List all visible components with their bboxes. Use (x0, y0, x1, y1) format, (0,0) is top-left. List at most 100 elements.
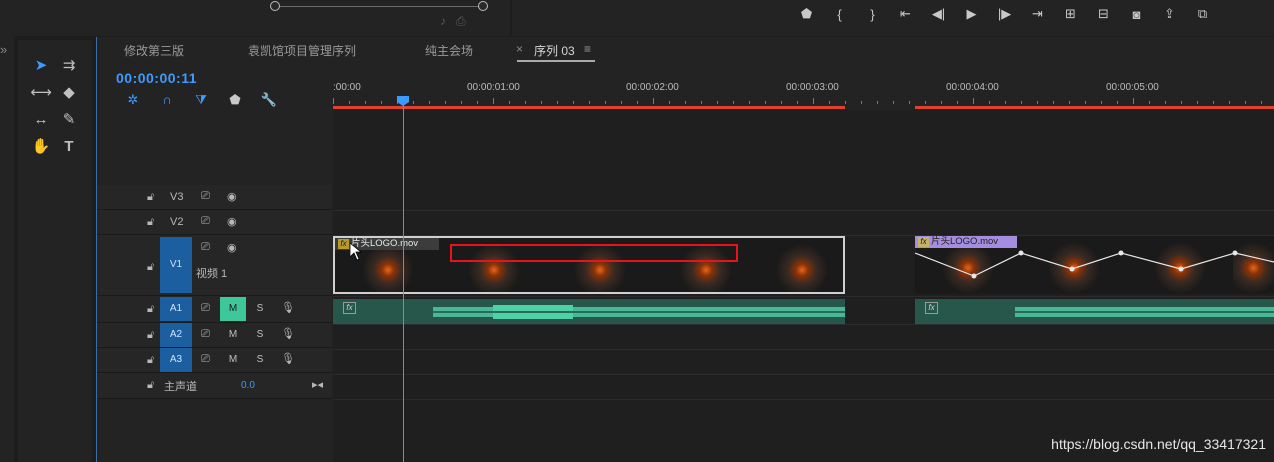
audio-drag-icon[interactable]: ♪ (440, 14, 446, 29)
ruler-tick (445, 101, 446, 104)
mute-button-a2[interactable]: M (220, 323, 246, 347)
track-select-tool-icon[interactable]: ⇉ (58, 55, 80, 77)
track-target-a1[interactable]: A1 (160, 297, 192, 321)
go-to-out-icon[interactable]: ⇥ (1021, 6, 1054, 22)
audio-clip-2[interactable]: fx (915, 299, 1274, 324)
track-header-v3[interactable]: 🔓︎ V3 ⎚ ◉ (97, 185, 332, 210)
sync-lock-icon[interactable]: ⎚ (201, 241, 210, 254)
lock-icon[interactable]: 🔓︎ (147, 379, 154, 392)
track-target-a3[interactable]: A3 (160, 348, 192, 372)
solo-button-a1[interactable]: S (247, 297, 273, 321)
extract-icon[interactable]: ⊟ (1087, 6, 1120, 22)
wrench-icon[interactable]: 🔧 (252, 92, 286, 108)
lock-icon[interactable]: 🔓︎ (147, 191, 154, 204)
ruler-tick (1213, 101, 1214, 104)
video-clip-2[interactable]: fx 片头LOGO.mov (915, 236, 1274, 294)
work-area-bar[interactable] (333, 106, 845, 109)
ruler-tick (381, 101, 382, 104)
track-header-a3[interactable]: 🔓︎ A3 ⎚ M S 🎙︎ (97, 348, 332, 373)
selection-tool-icon[interactable]: ➤ (30, 55, 52, 77)
source-scrub-bar[interactable] (270, 0, 490, 12)
ruler-tick (349, 101, 350, 104)
fx-badge[interactable]: fx (918, 237, 929, 247)
tab-sequence-03[interactable]: 序列 03 (534, 42, 575, 59)
eye-icon[interactable]: ◉ (227, 190, 237, 203)
lock-icon[interactable]: 🔓︎ (147, 261, 154, 274)
step-forward-icon[interactable]: |▶ (988, 6, 1021, 22)
tab-sequence-3[interactable]: 纯主会场 (425, 42, 473, 59)
hand-tool-icon[interactable]: ✋ (30, 136, 52, 158)
sync-lock-icon[interactable]: ⎚ (201, 190, 210, 203)
lane-v2[interactable] (333, 210, 1274, 236)
mute-button-a3[interactable]: M (220, 348, 246, 372)
tab-sequence-1[interactable]: 修改第三版 (124, 42, 184, 59)
mute-button-a1[interactable]: M (220, 297, 246, 321)
sync-lock-icon[interactable]: ⎚ (201, 353, 210, 366)
eye-icon[interactable]: ◉ (227, 215, 237, 228)
scrub-out-handle[interactable] (478, 1, 488, 11)
microphone-icon[interactable]: 🎙︎ (281, 301, 295, 314)
snap-icon[interactable]: ∩ (150, 92, 184, 108)
track-header-a1[interactable]: 🔓︎ A1 ⎚ M S 🎙︎ (97, 296, 332, 323)
master-volume[interactable]: 0.0 (241, 380, 255, 391)
solo-button-a3[interactable]: S (247, 348, 273, 372)
play-icon[interactable]: ▶ (955, 6, 988, 22)
ruler-tick (717, 101, 718, 104)
compare-icon[interactable]: ⧉ (1186, 6, 1219, 22)
microphone-icon[interactable]: 🎙︎ (281, 327, 295, 340)
lock-icon[interactable]: 🔓︎ (147, 329, 154, 342)
track-header-v1[interactable]: 🔓︎ V1 ⎚ ◉ 视频 1 (97, 235, 332, 296)
go-to-end-icon[interactable]: ▸◂ (312, 378, 323, 391)
playhead-timecode[interactable]: 00:00:00:11 (116, 70, 197, 86)
microphone-icon[interactable]: 🎙︎ (281, 352, 295, 365)
go-to-in-icon[interactable]: ⇤ (889, 6, 922, 22)
time-ruler[interactable]: :00:00 00:00:01:00 00:00:02:00 00:00:03:… (333, 62, 1274, 110)
export-icon[interactable]: ⇪ (1153, 6, 1186, 22)
tab-sequence-2[interactable]: 袁凯馆项目管理序列 (248, 42, 356, 59)
solo-button-a2[interactable]: S (247, 323, 273, 347)
tab-menu-icon[interactable]: ≡ (584, 42, 591, 56)
camera-icon[interactable]: ◙ (1120, 7, 1153, 22)
ruler-label: 00:00:01:00 (467, 82, 520, 93)
linked-selection-icon[interactable]: ⧩ (184, 92, 218, 108)
add-marker-icon[interactable]: ⬟ (218, 92, 252, 108)
track-header-a2[interactable]: 🔓︎ A2 ⎚ M S 🎙︎ (97, 323, 332, 348)
track-header-v2[interactable]: 🔓︎ V2 ⎚ ◉ (97, 210, 332, 235)
sequence-tabs: 修改第三版 袁凯馆项目管理序列 纯主会场 × 序列 03 ≡ (96, 38, 1274, 62)
fx-badge[interactable]: fx (338, 239, 349, 249)
track-target-v1[interactable]: V1 (160, 237, 192, 293)
lane-a3[interactable] (333, 349, 1274, 375)
lock-icon[interactable]: 🔓︎ (147, 216, 154, 229)
step-back-icon[interactable]: ◀| (922, 6, 955, 22)
audio-waveform (1015, 307, 1274, 317)
nest-icon[interactable]: ✲ (116, 92, 150, 108)
audio-clip-1[interactable]: fx (333, 299, 845, 324)
track-target-a2[interactable]: A2 (160, 323, 192, 347)
lane-master[interactable] (333, 374, 1274, 400)
sync-lock-icon[interactable]: ⎚ (201, 302, 210, 315)
track-header-master[interactable]: 🔓︎ 主声道 0.0 ▸◂ (97, 373, 332, 399)
add-marker-icon[interactable]: ⬟ (790, 6, 823, 22)
sync-lock-icon[interactable]: ⎚ (201, 328, 210, 341)
lane-v3[interactable] (333, 185, 1274, 211)
eye-icon[interactable]: ◉ (227, 241, 237, 254)
lane-a2[interactable] (333, 324, 1274, 350)
type-tool-icon[interactable]: T (58, 136, 80, 158)
playhead-line[interactable] (403, 96, 404, 462)
pen-tool-icon[interactable]: ✎ (58, 109, 80, 131)
slip-tool-icon[interactable]: ↔ (30, 109, 52, 131)
mark-in-icon[interactable]: { (823, 7, 856, 22)
ruler-tick (669, 101, 670, 104)
razor-tool-icon[interactable]: ◆ (58, 82, 80, 104)
scrub-in-handle[interactable] (270, 1, 280, 11)
export-frame-icon[interactable]: ⎙ (456, 14, 466, 29)
work-area-bar[interactable] (915, 106, 1274, 109)
lock-icon[interactable]: 🔓︎ (147, 303, 154, 316)
ripple-edit-tool-icon[interactable]: ⟷ (30, 82, 52, 104)
mark-out-icon[interactable]: } (856, 7, 889, 22)
lift-icon[interactable]: ⊞ (1054, 6, 1087, 22)
expand-panels-icon[interactable]: » (0, 42, 7, 57)
tab-close-icon[interactable]: × (516, 42, 523, 56)
sync-lock-icon[interactable]: ⎚ (201, 215, 210, 228)
lock-icon[interactable]: 🔓︎ (147, 354, 154, 367)
